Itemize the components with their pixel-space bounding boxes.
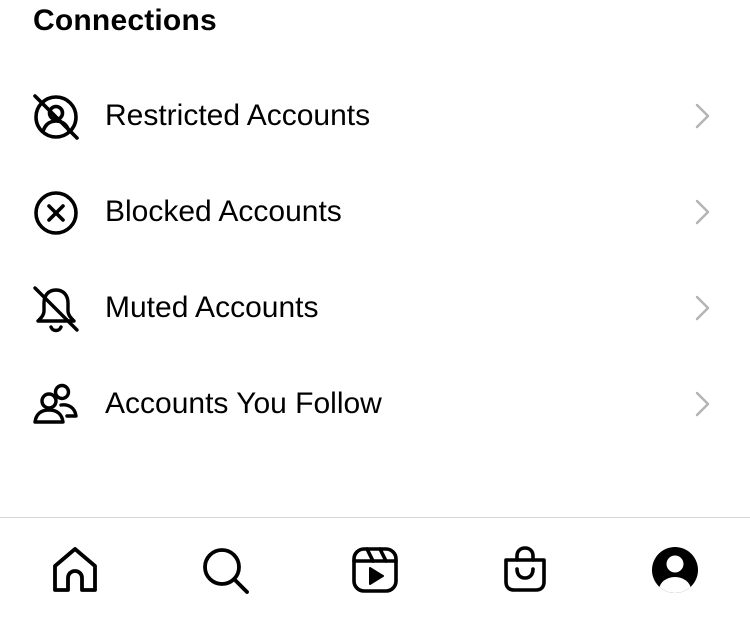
menu-item-label: Accounts You Follow — [105, 387, 382, 420]
restricted-icon — [31, 92, 81, 142]
tab-home[interactable] — [47, 542, 103, 598]
tab-search[interactable] — [197, 542, 253, 598]
chevron-right-icon — [690, 101, 714, 131]
menu-item-label: Restricted Accounts — [105, 99, 371, 132]
menu-item-restricted-accounts[interactable]: Restricted Accounts — [0, 68, 750, 164]
chevron-right-icon — [690, 389, 714, 419]
tab-profile[interactable] — [647, 542, 703, 598]
muted-bell-icon — [31, 284, 81, 334]
tab-reels[interactable] — [347, 542, 403, 598]
chevron-right-icon — [690, 197, 714, 227]
menu-item-label: Blocked Accounts — [105, 195, 342, 228]
reels-icon — [347, 542, 403, 598]
search-icon — [197, 542, 253, 598]
people-icon — [31, 380, 81, 430]
connections-menu: Restricted Accounts Blocked Accounts Mut… — [0, 68, 750, 452]
shop-icon — [497, 542, 553, 598]
menu-item-accounts-you-follow[interactable]: Accounts You Follow — [0, 356, 750, 452]
menu-item-muted-accounts[interactable]: Muted Accounts — [0, 260, 750, 356]
section-title: Connections — [33, 4, 217, 37]
chevron-right-icon — [690, 293, 714, 323]
blocked-icon — [31, 188, 81, 238]
home-icon — [47, 542, 103, 598]
bottom-tab-bar — [0, 517, 750, 617]
menu-item-blocked-accounts[interactable]: Blocked Accounts — [0, 164, 750, 260]
profile-icon — [647, 542, 703, 598]
tab-shop[interactable] — [497, 542, 553, 598]
menu-item-label: Muted Accounts — [105, 291, 319, 324]
